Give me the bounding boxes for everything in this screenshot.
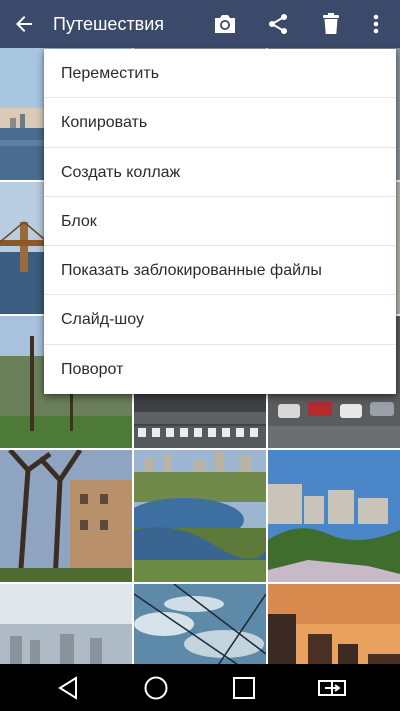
menu-item-copy[interactable]: Копировать [44, 98, 396, 148]
menu-item-show-locked-files[interactable]: Показать заблокированные файлы [44, 246, 396, 296]
recents-square-icon[interactable] [214, 664, 274, 711]
menu-item-lock[interactable]: Блок [44, 197, 396, 247]
navigation-bar [0, 664, 400, 711]
photo-thumbnail[interactable] [268, 450, 400, 582]
menu-item-rotate[interactable]: Поворот [44, 345, 396, 394]
camera-icon[interactable] [201, 0, 249, 48]
menu-item-create-collage[interactable]: Создать коллаж [44, 148, 396, 197]
app-bar: Путешествия [0, 0, 400, 48]
more-vert-icon[interactable] [352, 0, 400, 48]
home-circle-icon[interactable] [126, 664, 186, 711]
page-title: Путешествия [53, 14, 165, 34]
photo-thumbnail[interactable] [268, 584, 400, 664]
back-triangle-icon[interactable] [38, 664, 98, 711]
menu-item-slideshow[interactable]: Слайд-шоу [44, 295, 396, 345]
overflow-menu: Переместить Копировать Создать коллаж Бл… [44, 49, 396, 394]
back-arrow-icon[interactable] [0, 0, 48, 48]
photo-thumbnail[interactable] [0, 450, 132, 582]
photo-thumbnail[interactable] [134, 450, 266, 582]
photo-thumbnail[interactable] [134, 584, 266, 664]
switch-windows-icon[interactable] [302, 664, 362, 711]
photo-thumbnail[interactable] [0, 584, 132, 664]
menu-item-move[interactable]: Переместить [44, 49, 396, 99]
trash-icon[interactable] [307, 0, 355, 48]
share-icon[interactable] [254, 0, 302, 48]
